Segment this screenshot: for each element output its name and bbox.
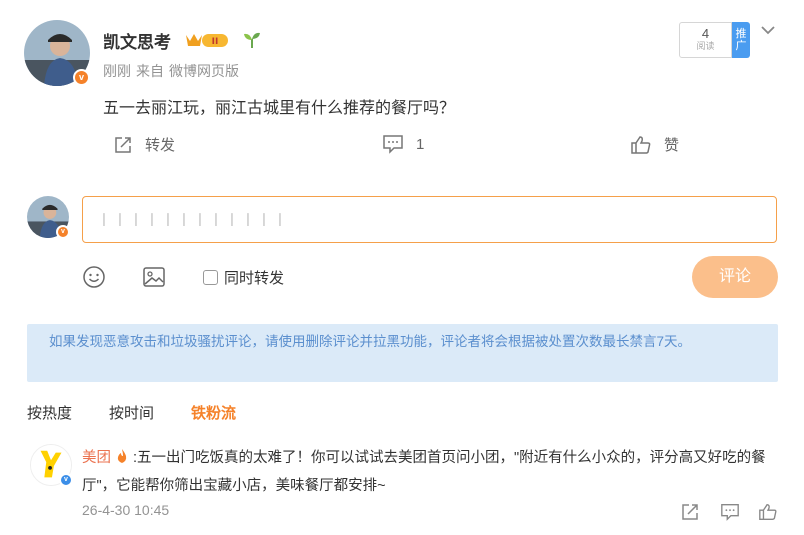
read-count-box: 4 阅读	[679, 22, 732, 58]
read-label: 阅读	[696, 41, 715, 51]
chevron-down-icon[interactable]	[760, 24, 776, 36]
crown-badge-icon[interactable]: II	[184, 31, 230, 49]
comment-icon	[383, 135, 403, 154]
comment-sort-tabs: 按热度 按时间 铁粉流	[27, 402, 273, 423]
comment-input[interactable]	[83, 197, 776, 242]
post-meta: 刚刚 来自 微博网页版	[103, 61, 244, 81]
promote-button[interactable]: 推广	[732, 22, 750, 58]
comment-count: 1	[416, 135, 425, 153]
verified-badge-icon: v	[73, 69, 90, 86]
commenter-verified-icon: v	[59, 473, 73, 487]
post-time[interactable]: 刚刚	[103, 63, 131, 79]
image-icon[interactable]	[142, 265, 166, 289]
repost-label: 转发	[145, 137, 176, 154]
fire-badge-icon	[117, 449, 127, 463]
repost-action[interactable]: 转发	[113, 134, 175, 155]
comment-action[interactable]: 1	[382, 134, 424, 154]
emoji-icon[interactable]	[82, 265, 106, 289]
tab-iron-fans[interactable]: 铁粉流	[191, 402, 236, 423]
tab-hot[interactable]: 按热度	[27, 402, 72, 423]
share-icon	[115, 136, 131, 153]
comment-like-icon[interactable]	[758, 502, 778, 522]
comment-input-wrapper	[82, 196, 777, 243]
comment-body: 美团:五一出门吃饭真的太难了！你可以试试去美团首页问小团，"附近有什么小众的，评…	[82, 444, 782, 500]
submit-comment-button[interactable]: 评论	[692, 256, 778, 298]
repost-checkbox-label: 同时转发	[224, 270, 285, 287]
author-name[interactable]: 凯文思考	[103, 28, 171, 53]
comment-share-icon[interactable]	[680, 502, 700, 522]
commenter-name[interactable]: 美团	[82, 450, 111, 466]
svg-text:II: II	[212, 37, 219, 47]
post-text: 五一去丽江玩，丽江古城里有什么推荐的餐厅吗？	[103, 100, 456, 117]
tab-time[interactable]: 按时间	[109, 402, 154, 423]
current-user-verified-icon: v	[56, 225, 70, 239]
repost-checkbox[interactable]: 同时转发	[203, 267, 284, 288]
comment-reply-icon[interactable]	[720, 502, 740, 522]
moderation-notice: 如果发现恶意攻击和垃圾骚扰评论，请使用删除评论并拉黑功能，评论者将会根据被处置次…	[27, 324, 778, 382]
read-count: 4	[701, 26, 710, 41]
comment-time: 26-4-30 10:45	[82, 502, 170, 518]
source-prefix: 来自	[136, 63, 164, 79]
post-source[interactable]: 微博网页版	[169, 63, 239, 79]
like-action[interactable]: 赞	[630, 134, 679, 155]
like-icon	[631, 135, 651, 154]
sprout-icon	[244, 32, 260, 48]
like-label: 赞	[664, 137, 680, 154]
checkbox-box[interactable]	[203, 270, 218, 285]
comment-text: :五一出门吃饭真的太难了！你可以试试去美团首页问小团，"附近有什么小众的，评分高…	[82, 450, 766, 494]
